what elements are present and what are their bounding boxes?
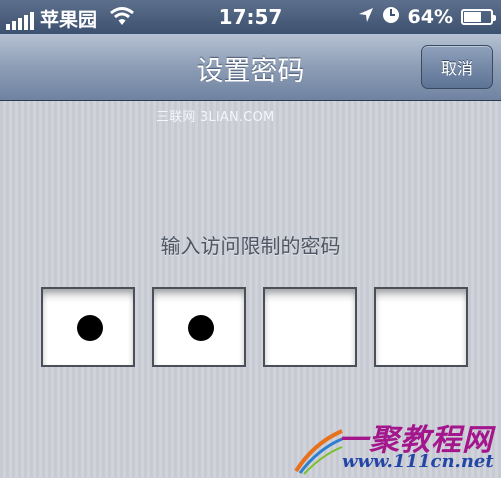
location-arrow-icon — [358, 7, 374, 27]
logo-swoosh-icon — [294, 429, 343, 475]
clock-icon — [382, 6, 400, 28]
passcode-digit-box — [263, 287, 357, 367]
passcode-digit-box — [374, 287, 468, 367]
battery-icon — [461, 9, 496, 25]
passcode-dot — [77, 315, 103, 341]
passcode-digit-box — [41, 287, 135, 367]
passcode-entry[interactable] — [41, 287, 471, 368]
site-logo: 一聚教程网 www.111cn.net — [294, 413, 499, 475]
passcode-screen: 苹果园 17:57 64% 设置密码 取消 三联网 3LIAN.COM 输入访问… — [0, 0, 501, 478]
status-bar: 苹果园 17:57 64% — [0, 0, 501, 34]
watermark-text: 三联网 3LIAN.COM — [156, 110, 275, 125]
cancel-button[interactable]: 取消 — [421, 45, 493, 89]
logo-url: www.111cn.net — [342, 451, 494, 472]
status-right-group: 64% — [358, 6, 496, 28]
navigation-bar: 设置密码 取消 — [0, 34, 501, 101]
passcode-prompt: 输入访问限制的密码 — [160, 234, 341, 258]
passcode-digit-box — [152, 287, 246, 367]
passcode-dot — [188, 315, 214, 341]
battery-percent: 64% — [407, 6, 453, 28]
